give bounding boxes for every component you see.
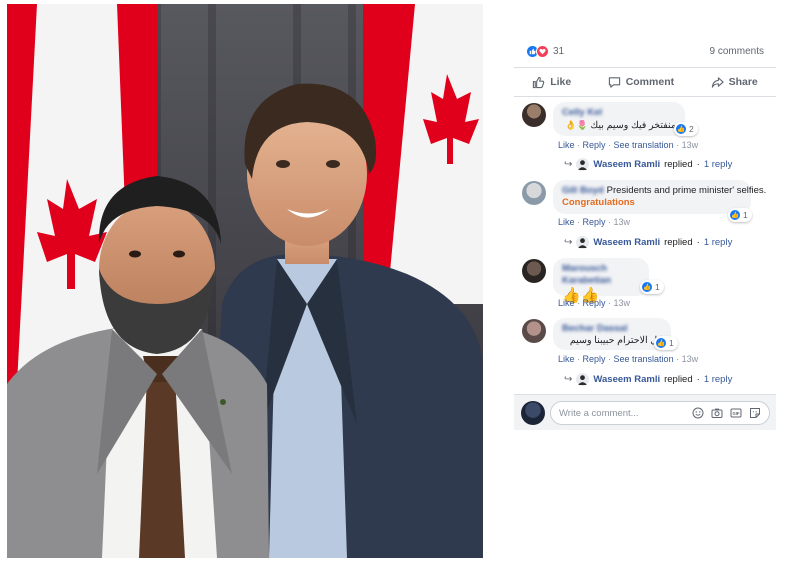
thumbs-up-icon bbox=[533, 76, 545, 88]
commenter-avatar[interactable] bbox=[522, 319, 546, 343]
comment-like-link[interactable]: Like bbox=[558, 217, 575, 227]
comment-actions: Like · Reply · 13w bbox=[558, 217, 631, 227]
comment-reply-link[interactable]: Reply bbox=[583, 140, 606, 150]
replied-verb: replied bbox=[664, 236, 693, 248]
comment-bubble: Gill Boyd Presidents and prime minister'… bbox=[553, 180, 766, 214]
rose-emoji-icon: 🌷👌 bbox=[565, 120, 588, 130]
reaction-summary[interactable]: 31 bbox=[526, 44, 564, 58]
share-button[interactable]: Share bbox=[711, 76, 758, 89]
like-button-label: Like bbox=[550, 76, 572, 88]
commenter-name[interactable]: Marousch Karabetian bbox=[562, 263, 640, 287]
facebook-post-panel: 31 9 comments Like Comment Share Celly K… bbox=[514, 36, 776, 430]
comment-highlight: Congratulations bbox=[562, 197, 635, 208]
commenter-avatar[interactable] bbox=[522, 103, 546, 127]
comment-button[interactable]: Comment bbox=[608, 76, 674, 89]
commenter-name[interactable]: Celly Kel bbox=[562, 107, 676, 119]
comment-input[interactable] bbox=[559, 407, 685, 419]
replier-name[interactable]: Waseem Ramli bbox=[593, 374, 660, 385]
reply-count[interactable]: 1 reply bbox=[704, 159, 733, 170]
comment-reply-link[interactable]: Reply bbox=[583, 298, 606, 308]
like-icon: 👍 bbox=[676, 124, 686, 134]
comment-text: Presidents and prime minister' selfies. bbox=[606, 185, 767, 196]
comment-time: 13w bbox=[681, 140, 699, 150]
commenter-avatar[interactable] bbox=[522, 259, 546, 283]
emoji-icon[interactable] bbox=[691, 407, 704, 420]
like-icon: 👍 bbox=[656, 338, 666, 348]
comments-count-link[interactable]: 9 comments bbox=[710, 46, 764, 57]
comment-composer: GIF bbox=[514, 394, 776, 430]
flag-right bbox=[363, 4, 483, 304]
replies-toggle[interactable]: ↪ Waseem Ramli replied · 1 reply bbox=[564, 372, 732, 386]
comment-like-link[interactable]: Like bbox=[558, 298, 575, 308]
like-icon: 👍 bbox=[642, 282, 652, 292]
replier-name[interactable]: Waseem Ramli bbox=[593, 159, 660, 170]
see-translation-link[interactable]: See translation bbox=[614, 140, 674, 150]
commenter-name[interactable]: Gill Boyd bbox=[562, 185, 604, 197]
replier-name[interactable]: Waseem Ramli bbox=[593, 237, 660, 248]
replier-avatar-icon bbox=[576, 157, 590, 171]
comment-time: 13w bbox=[613, 217, 631, 227]
comment-bubble: Marousch Karabetian 👍👍 bbox=[553, 258, 649, 304]
comment-actions: Like · Reply · 13w bbox=[558, 298, 631, 308]
like-icon: 👍 bbox=[730, 210, 740, 220]
comment-button-label: Comment bbox=[625, 76, 675, 88]
commenter-avatar[interactable] bbox=[522, 181, 546, 205]
post-action-bar: Like Comment Share bbox=[514, 67, 776, 97]
comment-icon bbox=[608, 76, 620, 88]
comment-text: منفتخر فيك وسيم بيك bbox=[590, 120, 676, 131]
reply-arrow-icon: ↪ bbox=[564, 158, 573, 170]
comment-actions: Like · Reply · See translation · 13w bbox=[558, 140, 699, 150]
replier-avatar-icon bbox=[576, 235, 590, 249]
replied-verb: replied bbox=[664, 158, 693, 170]
comment-time: 13w bbox=[613, 298, 631, 308]
like-button[interactable]: Like bbox=[532, 76, 571, 89]
replies-toggle[interactable]: ↪ Waseem Ramli replied · 1 reply bbox=[564, 157, 732, 171]
comment-actions: Like · Reply · See translation · 13w bbox=[558, 354, 699, 364]
post-photo[interactable] bbox=[7, 4, 483, 558]
share-icon bbox=[711, 76, 724, 88]
comment-like-link[interactable]: Like bbox=[558, 354, 575, 364]
comment-bubble: Bechar Dassal كل الاحترام حبيبنا وسيم bbox=[553, 318, 671, 350]
comment-reaction-badge[interactable]: 👍 1 bbox=[728, 208, 752, 222]
comment-input-box[interactable]: GIF bbox=[550, 401, 770, 425]
replied-verb: replied bbox=[664, 373, 693, 385]
comment-time: 13w bbox=[681, 354, 699, 364]
comment-text: كل الاحترام حبيبنا وسيم bbox=[569, 335, 662, 346]
see-translation-link[interactable]: See translation bbox=[614, 354, 674, 364]
svg-text:GIF: GIF bbox=[732, 411, 739, 416]
sticker-icon[interactable] bbox=[748, 407, 761, 420]
comment-bubble: Celly Kel منفتخر فيك وسيم بيك 🌷👌 bbox=[553, 102, 685, 136]
current-user-avatar bbox=[521, 401, 545, 425]
comment-reply-link[interactable]: Reply bbox=[583, 354, 606, 364]
replier-avatar-icon bbox=[576, 372, 590, 386]
reply-count[interactable]: 1 reply bbox=[704, 374, 733, 385]
comment-reaction-badge[interactable]: 👍 1 bbox=[640, 280, 664, 294]
camera-icon[interactable] bbox=[710, 407, 723, 420]
comment-reaction-badge[interactable]: 👍 2 bbox=[674, 122, 698, 136]
comment-like-link[interactable]: Like bbox=[558, 140, 575, 150]
reply-arrow-icon: ↪ bbox=[564, 236, 573, 248]
comment-reaction-badge[interactable]: 👍 1 bbox=[654, 336, 678, 350]
gif-icon[interactable]: GIF bbox=[729, 407, 742, 420]
photo-illustration bbox=[7, 4, 483, 558]
commenter-name[interactable]: Bechar Dassal bbox=[562, 323, 662, 335]
love-icon bbox=[536, 44, 549, 58]
share-button-label: Share bbox=[728, 76, 758, 88]
reply-arrow-icon: ↪ bbox=[564, 373, 573, 385]
reaction-count: 31 bbox=[553, 45, 565, 57]
comment-reply-link[interactable]: Reply bbox=[583, 217, 606, 227]
reply-count[interactable]: 1 reply bbox=[704, 237, 733, 248]
replies-toggle[interactable]: ↪ Waseem Ramli replied · 1 reply bbox=[564, 235, 732, 249]
